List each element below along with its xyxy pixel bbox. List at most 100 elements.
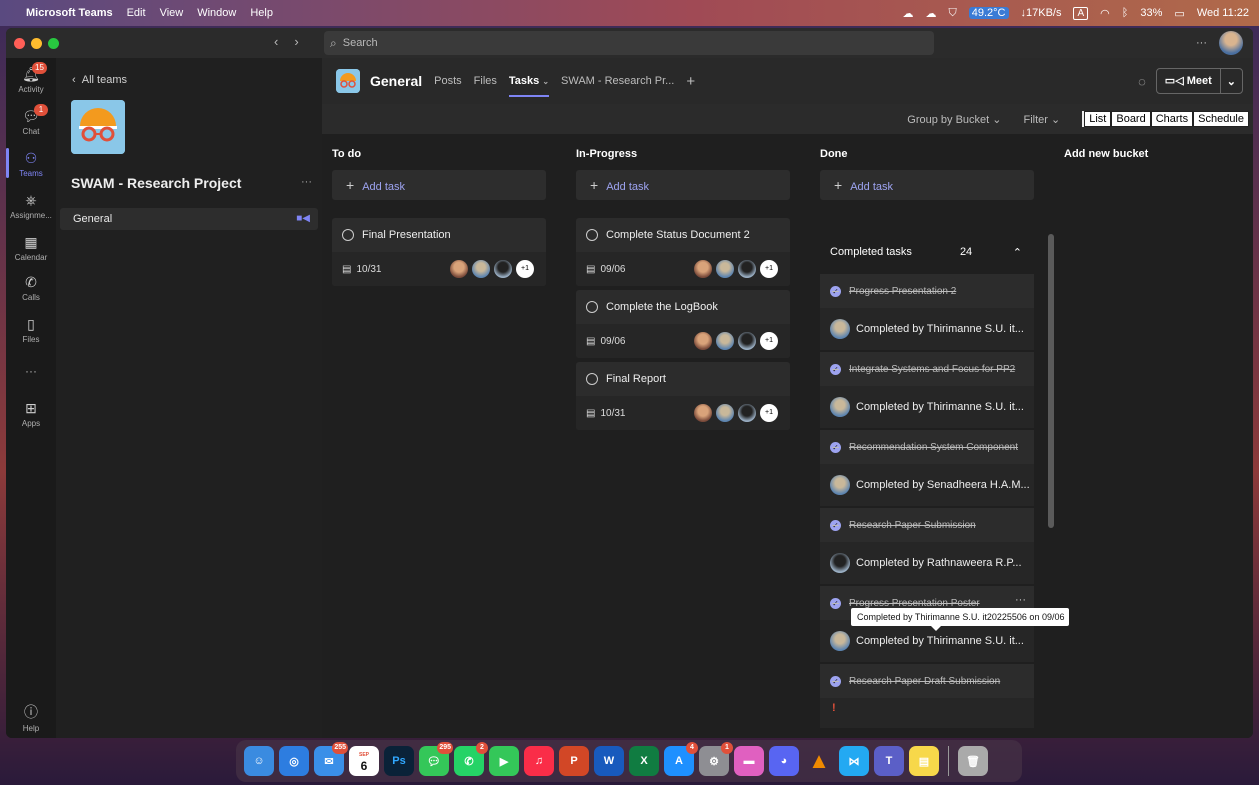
- rail-item-calendar[interactable]: ▦ Calendar: [6, 234, 56, 262]
- network-readout[interactable]: ↓17KB/s: [1021, 7, 1062, 19]
- rail-item-chat[interactable]: 💬︎ Chat: [6, 108, 56, 136]
- view-schedule-button[interactable]: Schedule: [1193, 111, 1249, 127]
- rail-item-help[interactable]: ⓘ Help: [6, 702, 56, 733]
- facetime-app-icon[interactable]: ▶: [489, 746, 519, 776]
- view-charts-button[interactable]: Charts: [1150, 111, 1194, 127]
- trash-icon[interactable]: 🗑︎: [958, 746, 988, 776]
- calendar-app-icon[interactable]: SEP 6: [349, 746, 379, 776]
- zoom-window-button[interactable]: [48, 37, 59, 49]
- minimize-window-button[interactable]: [31, 37, 42, 49]
- task-complete-checkbox[interactable]: [342, 229, 354, 241]
- mail-app-icon[interactable]: ✉ 255: [314, 742, 348, 776]
- wifi-icon[interactable]: ◠: [1100, 7, 1110, 20]
- safari-app-icon[interactable]: ◎: [279, 746, 309, 776]
- add-tab-button[interactable]: +: [686, 73, 695, 90]
- completed-check-icon[interactable]: ✓: [830, 597, 841, 609]
- task-complete-checkbox[interactable]: [586, 229, 598, 241]
- all-teams-link[interactable]: ‹ All teams: [72, 74, 127, 86]
- tab-tasks-label: Tasks: [508, 75, 540, 87]
- finder-app-icon[interactable]: ☺: [244, 746, 274, 776]
- completed-check-icon[interactable]: ✓: [830, 363, 841, 375]
- temperature-readout[interactable]: 49.2°C: [968, 7, 1009, 19]
- discord-app-icon[interactable]: ◕: [769, 746, 799, 776]
- whatsapp-app-icon[interactable]: ✆ 2: [454, 742, 488, 776]
- input-source[interactable]: A: [1073, 6, 1089, 20]
- clock[interactable]: Wed 11:22: [1197, 7, 1249, 19]
- conversation-icon[interactable]: ◌: [1138, 74, 1146, 89]
- completed-check-icon[interactable]: ✓: [830, 285, 841, 297]
- menu-view[interactable]: View: [160, 7, 184, 19]
- vlc-app-icon[interactable]: ▲: [804, 746, 834, 776]
- bluetooth-icon[interactable]: ᛒ: [1122, 7, 1129, 19]
- rail-item-activity[interactable]: 🔔︎ Activity: [6, 66, 56, 94]
- rail-item-apps[interactable]: ⊞ Apps: [6, 400, 56, 428]
- shield-icon[interactable]: ⛉: [949, 7, 957, 20]
- rail-item-assignments[interactable]: ⎈ Assignme...: [6, 192, 56, 220]
- powerpoint-app-icon[interactable]: P: [559, 746, 589, 776]
- rail-item-teams[interactable]: ⚇ Teams: [6, 150, 56, 178]
- rail-item-files[interactable]: ▯ Files: [6, 316, 56, 344]
- meet-button[interactable]: ▭◁ Meet ⌄: [1155, 68, 1243, 94]
- task-card[interactable]: Complete Status Document 2 ▤ 09/06 +1: [576, 218, 790, 286]
- menu-help[interactable]: Help: [250, 7, 273, 19]
- battery-readout[interactable]: 33%: [1140, 7, 1162, 19]
- team-more-button[interactable]: ···: [301, 176, 312, 188]
- completed-task-card[interactable]: ✓ Research Paper Draft Submission !: [820, 664, 1034, 728]
- completed-task-card[interactable]: ✓ Research Paper Submission Completed by …: [820, 508, 1034, 584]
- bucket-vertical-scrollbar[interactable]: [1048, 234, 1054, 528]
- notes-app-icon[interactable]: ▤: [909, 746, 939, 776]
- profile-avatar[interactable]: [1219, 31, 1243, 55]
- excel-app-icon[interactable]: X: [629, 746, 659, 776]
- view-list-button[interactable]: List: [1084, 111, 1112, 127]
- cloud-sync-icon[interactable]: ☁: [926, 7, 937, 20]
- pink-app-icon[interactable]: ▬: [734, 746, 764, 776]
- photoshop-app-icon[interactable]: Ps: [384, 746, 414, 776]
- app-store-app-icon[interactable]: A4: [664, 742, 698, 776]
- music-app-icon[interactable]: ♫: [524, 746, 554, 776]
- card-more-button[interactable]: ···: [1015, 594, 1026, 606]
- meet-dropdown-chevron-icon[interactable]: ⌄: [1221, 75, 1242, 88]
- back-arrow-icon[interactable]: ‹: [274, 34, 278, 49]
- group-by-dropdown[interactable]: Group by Bucket ⌄: [907, 113, 1001, 126]
- video-camera-icon: ■◀: [296, 213, 310, 224]
- task-card[interactable]: Final Report ▤ 10/31 +1: [576, 362, 790, 430]
- tab-posts[interactable]: Posts: [434, 75, 462, 87]
- completed-task-card[interactable]: ✓ Recommendation System Component Complet…: [820, 430, 1034, 506]
- task-complete-checkbox[interactable]: [586, 373, 598, 385]
- cloud-icon[interactable]: ☁: [903, 7, 914, 20]
- tab-tasks[interactable]: Tasks ⌄: [508, 75, 550, 97]
- add-task-button[interactable]: + Add task: [332, 170, 546, 200]
- settings-app-icon[interactable]: ⚙ 1: [699, 742, 733, 776]
- completed-check-icon[interactable]: ✓: [830, 519, 841, 531]
- completed-task-card[interactable]: ✓ Progress Presentation 2 Completed by Th…: [820, 274, 1034, 350]
- more-options-button[interactable]: ···: [1196, 37, 1207, 49]
- completed-task-card[interactable]: ✓ Integrate Systems and Focus for PP2 Com…: [820, 352, 1034, 428]
- task-complete-checkbox[interactable]: [586, 301, 598, 313]
- file-icon: ▯: [27, 316, 35, 332]
- teams-app-icon[interactable]: T: [874, 746, 904, 776]
- forward-arrow-icon[interactable]: ›: [294, 34, 298, 49]
- close-window-button[interactable]: [14, 37, 25, 49]
- add-task-button[interactable]: + Add task: [576, 170, 790, 200]
- channel-general[interactable]: General ■◀: [60, 208, 318, 230]
- rail-item-more[interactable]: ···: [6, 364, 56, 378]
- task-card[interactable]: Complete the LogBook ▤ 09/06 +1: [576, 290, 790, 358]
- completed-check-icon[interactable]: ✓: [830, 675, 841, 687]
- rail-item-calls[interactable]: ✆ Calls: [6, 274, 56, 302]
- tab-files[interactable]: Files: [474, 75, 497, 87]
- view-board-button[interactable]: Board: [1111, 111, 1151, 127]
- completed-tasks-toggle[interactable]: Completed tasks 24 ⌃: [820, 234, 1034, 270]
- menu-app-name[interactable]: Microsoft Teams: [26, 7, 113, 19]
- filter-dropdown[interactable]: Filter ⌄: [1024, 113, 1061, 126]
- menu-window[interactable]: Window: [197, 7, 236, 19]
- word-app-icon[interactable]: W: [594, 746, 624, 776]
- add-task-button[interactable]: + Add task: [820, 170, 1034, 200]
- task-card[interactable]: Final Presentation ▤ 10/31 +1: [332, 218, 546, 286]
- more-assignees-badge: +1: [760, 404, 778, 422]
- messages-app-icon[interactable]: 💬︎ 295: [419, 742, 453, 776]
- search-input[interactable]: ⌕ Search: [324, 31, 934, 55]
- completed-check-icon[interactable]: ✓: [830, 441, 841, 453]
- tab-swam-research[interactable]: SWAM - Research Pr...: [561, 75, 674, 87]
- vscode-app-icon[interactable]: ⋈: [839, 746, 869, 776]
- menu-edit[interactable]: Edit: [127, 7, 146, 19]
